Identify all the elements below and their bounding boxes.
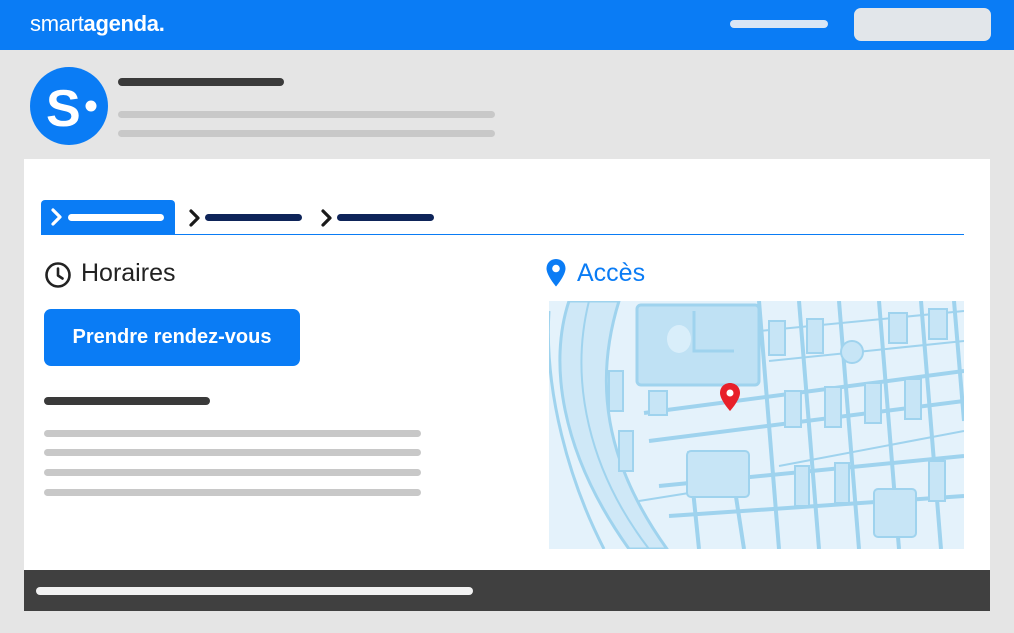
- map-graphic: [549, 301, 964, 549]
- nav-button-placeholder[interactable]: [854, 8, 991, 41]
- step-tab-active[interactable]: [41, 200, 175, 235]
- step-label-placeholder: [337, 214, 434, 221]
- brand-prefix: smart: [30, 11, 84, 36]
- hours-line-placeholder: [44, 469, 421, 476]
- chevron-right-icon: [321, 209, 332, 227]
- hours-title: Horaires: [81, 259, 176, 287]
- hours-subtitle-placeholder: [44, 397, 210, 405]
- footer-bar: [24, 570, 990, 611]
- brand-logo[interactable]: smartagenda.: [30, 11, 165, 37]
- map-pin-icon: [546, 259, 566, 287]
- avatar: S: [30, 67, 108, 145]
- nav-link-placeholder[interactable]: [730, 20, 828, 28]
- profile-detail-placeholder: [118, 130, 495, 137]
- hours-line-placeholder: [44, 430, 421, 437]
- access-title: Accès: [577, 259, 646, 287]
- brand-suffix: .: [158, 11, 165, 36]
- svg-text:S: S: [46, 80, 81, 138]
- brand-s-icon: S: [46, 80, 97, 138]
- brand-name: agenda: [83, 11, 160, 36]
- footer-text-placeholder: [36, 587, 473, 595]
- location-map[interactable]: [549, 301, 964, 549]
- hours-line-placeholder: [44, 489, 421, 496]
- clock-icon: [45, 262, 71, 288]
- chevron-right-icon: [51, 208, 62, 226]
- book-appointment-button[interactable]: Prendre rendez-vous: [44, 309, 300, 366]
- chevron-right-icon: [189, 209, 200, 227]
- step-label-placeholder: [205, 214, 302, 221]
- steps-divider: [41, 234, 964, 235]
- step-label-placeholder: [68, 214, 164, 221]
- profile-name-placeholder: [118, 78, 284, 86]
- hours-line-placeholder: [44, 449, 421, 456]
- main-card: Horaires Prendre rendez-vous Accès: [24, 159, 990, 570]
- top-navbar: smartagenda.: [0, 0, 1014, 50]
- profile-detail-placeholder: [118, 111, 495, 118]
